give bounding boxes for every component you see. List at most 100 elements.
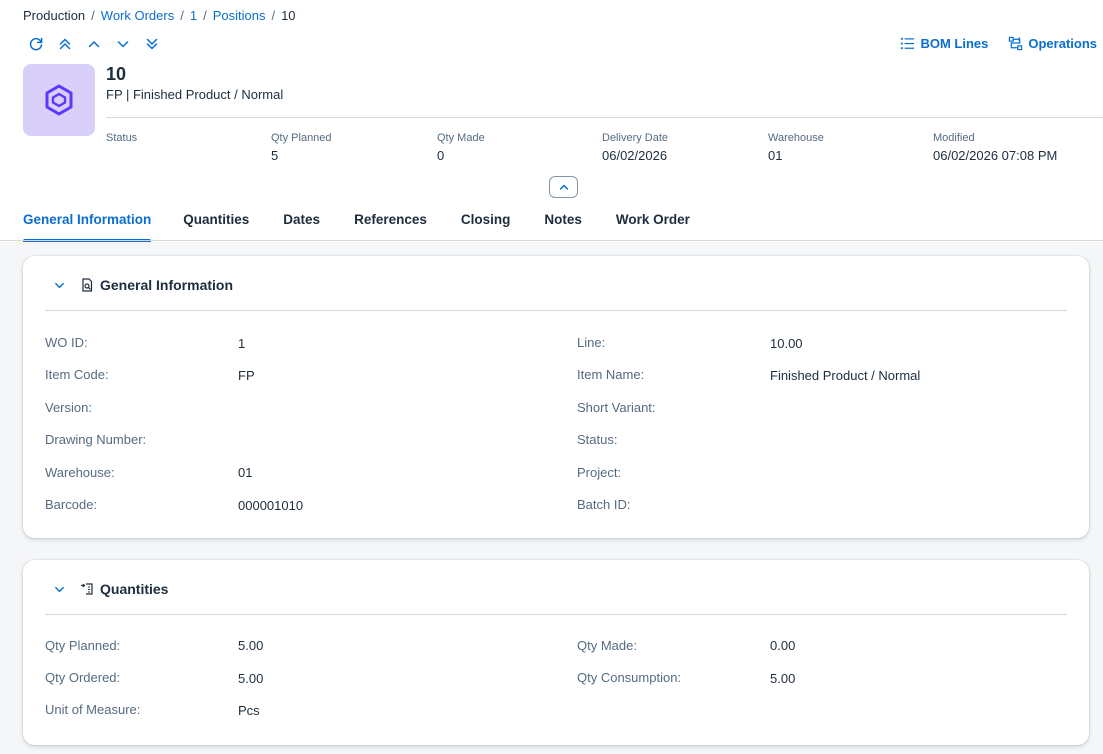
- tab-general-information[interactable]: General Information: [23, 205, 152, 242]
- field-label: Project:: [577, 465, 622, 480]
- field-value: FP: [238, 368, 255, 383]
- refresh-button[interactable]: [28, 36, 44, 52]
- kpi-label: Qty Planned: [271, 132, 332, 144]
- field-label: Item Code:: [45, 367, 109, 382]
- tab-bar: General Information Quantities Dates Ref…: [23, 205, 690, 242]
- avatar: [23, 64, 95, 136]
- kpi-delivery-date: Delivery Date 06/02/2026: [602, 131, 762, 164]
- general-information-section: General Information WO ID: 1 Line: 10.00…: [23, 256, 1089, 538]
- field-label: WO ID:: [45, 335, 88, 350]
- kpi-value: 5: [271, 148, 279, 163]
- refresh-icon: [29, 37, 43, 51]
- breadcrumb-link-work-order-1[interactable]: 1: [190, 8, 197, 23]
- kpi-divider: [106, 117, 1103, 118]
- operations-label: Operations: [1028, 36, 1097, 51]
- tab-dates[interactable]: Dates: [283, 205, 320, 241]
- previous-record-button[interactable]: [86, 36, 102, 52]
- field-label: Qty Made:: [577, 638, 637, 653]
- bom-lines-button[interactable]: BOM Lines: [900, 36, 988, 51]
- breadcrumb-separator: /: [271, 8, 276, 23]
- breadcrumb-separator: /: [91, 8, 95, 23]
- field-label: Warehouse:: [45, 465, 115, 480]
- field-label: Qty Consumption:: [577, 670, 682, 685]
- field-value: Finished Product / Normal: [770, 368, 921, 383]
- section-header: Quantities: [52, 581, 168, 597]
- section-header: General Information: [52, 277, 233, 293]
- field-label: Drawing Number:: [45, 432, 147, 447]
- section-title: General Information: [100, 277, 234, 293]
- process-icon: [1009, 36, 1023, 51]
- record-navigation: [28, 36, 160, 52]
- double-chevron-down-icon: [146, 38, 158, 50]
- field-value: 10.00: [770, 336, 803, 351]
- tab-closing[interactable]: Closing: [461, 205, 511, 241]
- field-label: Unit of Measure:: [45, 702, 141, 717]
- document-search-icon: [80, 278, 94, 292]
- kpi-qty-planned: Qty Planned 5: [271, 131, 431, 164]
- tab-bar-divider: [0, 240, 1103, 241]
- quantities-section: Quantities Qty Planned: 5.00 Qty Made: 0…: [23, 560, 1089, 745]
- field-label: Short Variant:: [577, 400, 656, 415]
- last-record-button[interactable]: [144, 36, 160, 52]
- field-value: 5.00: [238, 638, 264, 653]
- tab-references[interactable]: References: [354, 205, 427, 241]
- first-record-button[interactable]: [57, 36, 73, 52]
- list-icon: [901, 37, 915, 50]
- object-subtitle: FP | Finished Product / Normal: [106, 87, 284, 102]
- chevron-down-icon: [54, 586, 64, 592]
- quantity-icon: [80, 582, 94, 596]
- kpi-qty-made: Qty Made 0: [437, 131, 597, 164]
- kpi-status: Status: [106, 131, 266, 148]
- field-label: Batch ID:: [577, 497, 631, 512]
- field-label: Item Name:: [577, 367, 645, 382]
- kpi-label: Qty Made: [437, 132, 485, 144]
- breadcrumb: Production / Work Orders / 1 / Positions / 10: [23, 8, 296, 24]
- chevron-up-icon: [88, 41, 100, 48]
- section-divider: [45, 614, 1067, 615]
- field-label: Barcode:: [45, 497, 98, 512]
- field-value: 01: [238, 465, 253, 480]
- field-label: Qty Planned:: [45, 638, 121, 653]
- section-title: Quantities: [100, 581, 169, 597]
- tab-quantities[interactable]: Quantities: [183, 205, 249, 241]
- breadcrumb-separator: /: [180, 8, 184, 23]
- kpi-warehouse: Warehouse 01: [768, 131, 928, 164]
- field-value: Pcs: [238, 703, 260, 718]
- kpi-label: Status: [106, 132, 138, 144]
- kpi-label: Warehouse: [768, 132, 824, 144]
- kpi-modified: Modified 06/02/2026 07:08 PM: [933, 131, 1093, 164]
- field-label: Status:: [577, 432, 618, 447]
- collapse-section-button[interactable]: [52, 582, 66, 596]
- field-value: 5.00: [770, 671, 796, 686]
- chevron-down-icon: [117, 41, 129, 48]
- next-record-button[interactable]: [115, 36, 131, 52]
- kpi-value: 06/02/2026: [602, 148, 668, 163]
- field-value: 000001010: [238, 498, 304, 513]
- tab-notes[interactable]: Notes: [544, 205, 582, 241]
- breadcrumb-link-positions[interactable]: Positions: [213, 8, 266, 23]
- collapse-section-button[interactable]: [52, 278, 66, 292]
- breadcrumb-current: 10: [281, 8, 296, 23]
- header-actions: BOM Lines Operations: [900, 36, 1097, 51]
- bom-lines-label: BOM Lines: [920, 36, 989, 51]
- object-page-header: Production / Work Orders / 1 / Positions / 10 BO…: [0, 0, 1103, 242]
- kpi-value: 06/02/2026 07:08 PM: [933, 148, 1058, 163]
- section-divider: [45, 310, 1067, 311]
- collapse-header-button[interactable]: [549, 176, 578, 198]
- double-chevron-up-icon: [59, 38, 71, 50]
- field-label: Line:: [577, 335, 606, 350]
- breadcrumb-link-work-orders[interactable]: Work Orders: [101, 8, 174, 23]
- tab-work-order[interactable]: Work Order: [616, 205, 690, 241]
- object-title: 10: [106, 64, 127, 84]
- chevron-down-icon: [54, 282, 64, 288]
- field-value: 5.00: [238, 671, 264, 686]
- kpi-label: Delivery Date: [602, 132, 669, 144]
- kpi-label: Modified: [933, 132, 975, 144]
- field-value: 0.00: [770, 638, 796, 653]
- field-value: 1: [238, 336, 246, 351]
- cube-icon: [45, 84, 73, 116]
- breadcrumb-separator: /: [203, 8, 207, 23]
- operations-button[interactable]: Operations: [1008, 36, 1097, 51]
- breadcrumb-root: Production: [23, 8, 86, 23]
- field-label: Version:: [45, 400, 92, 415]
